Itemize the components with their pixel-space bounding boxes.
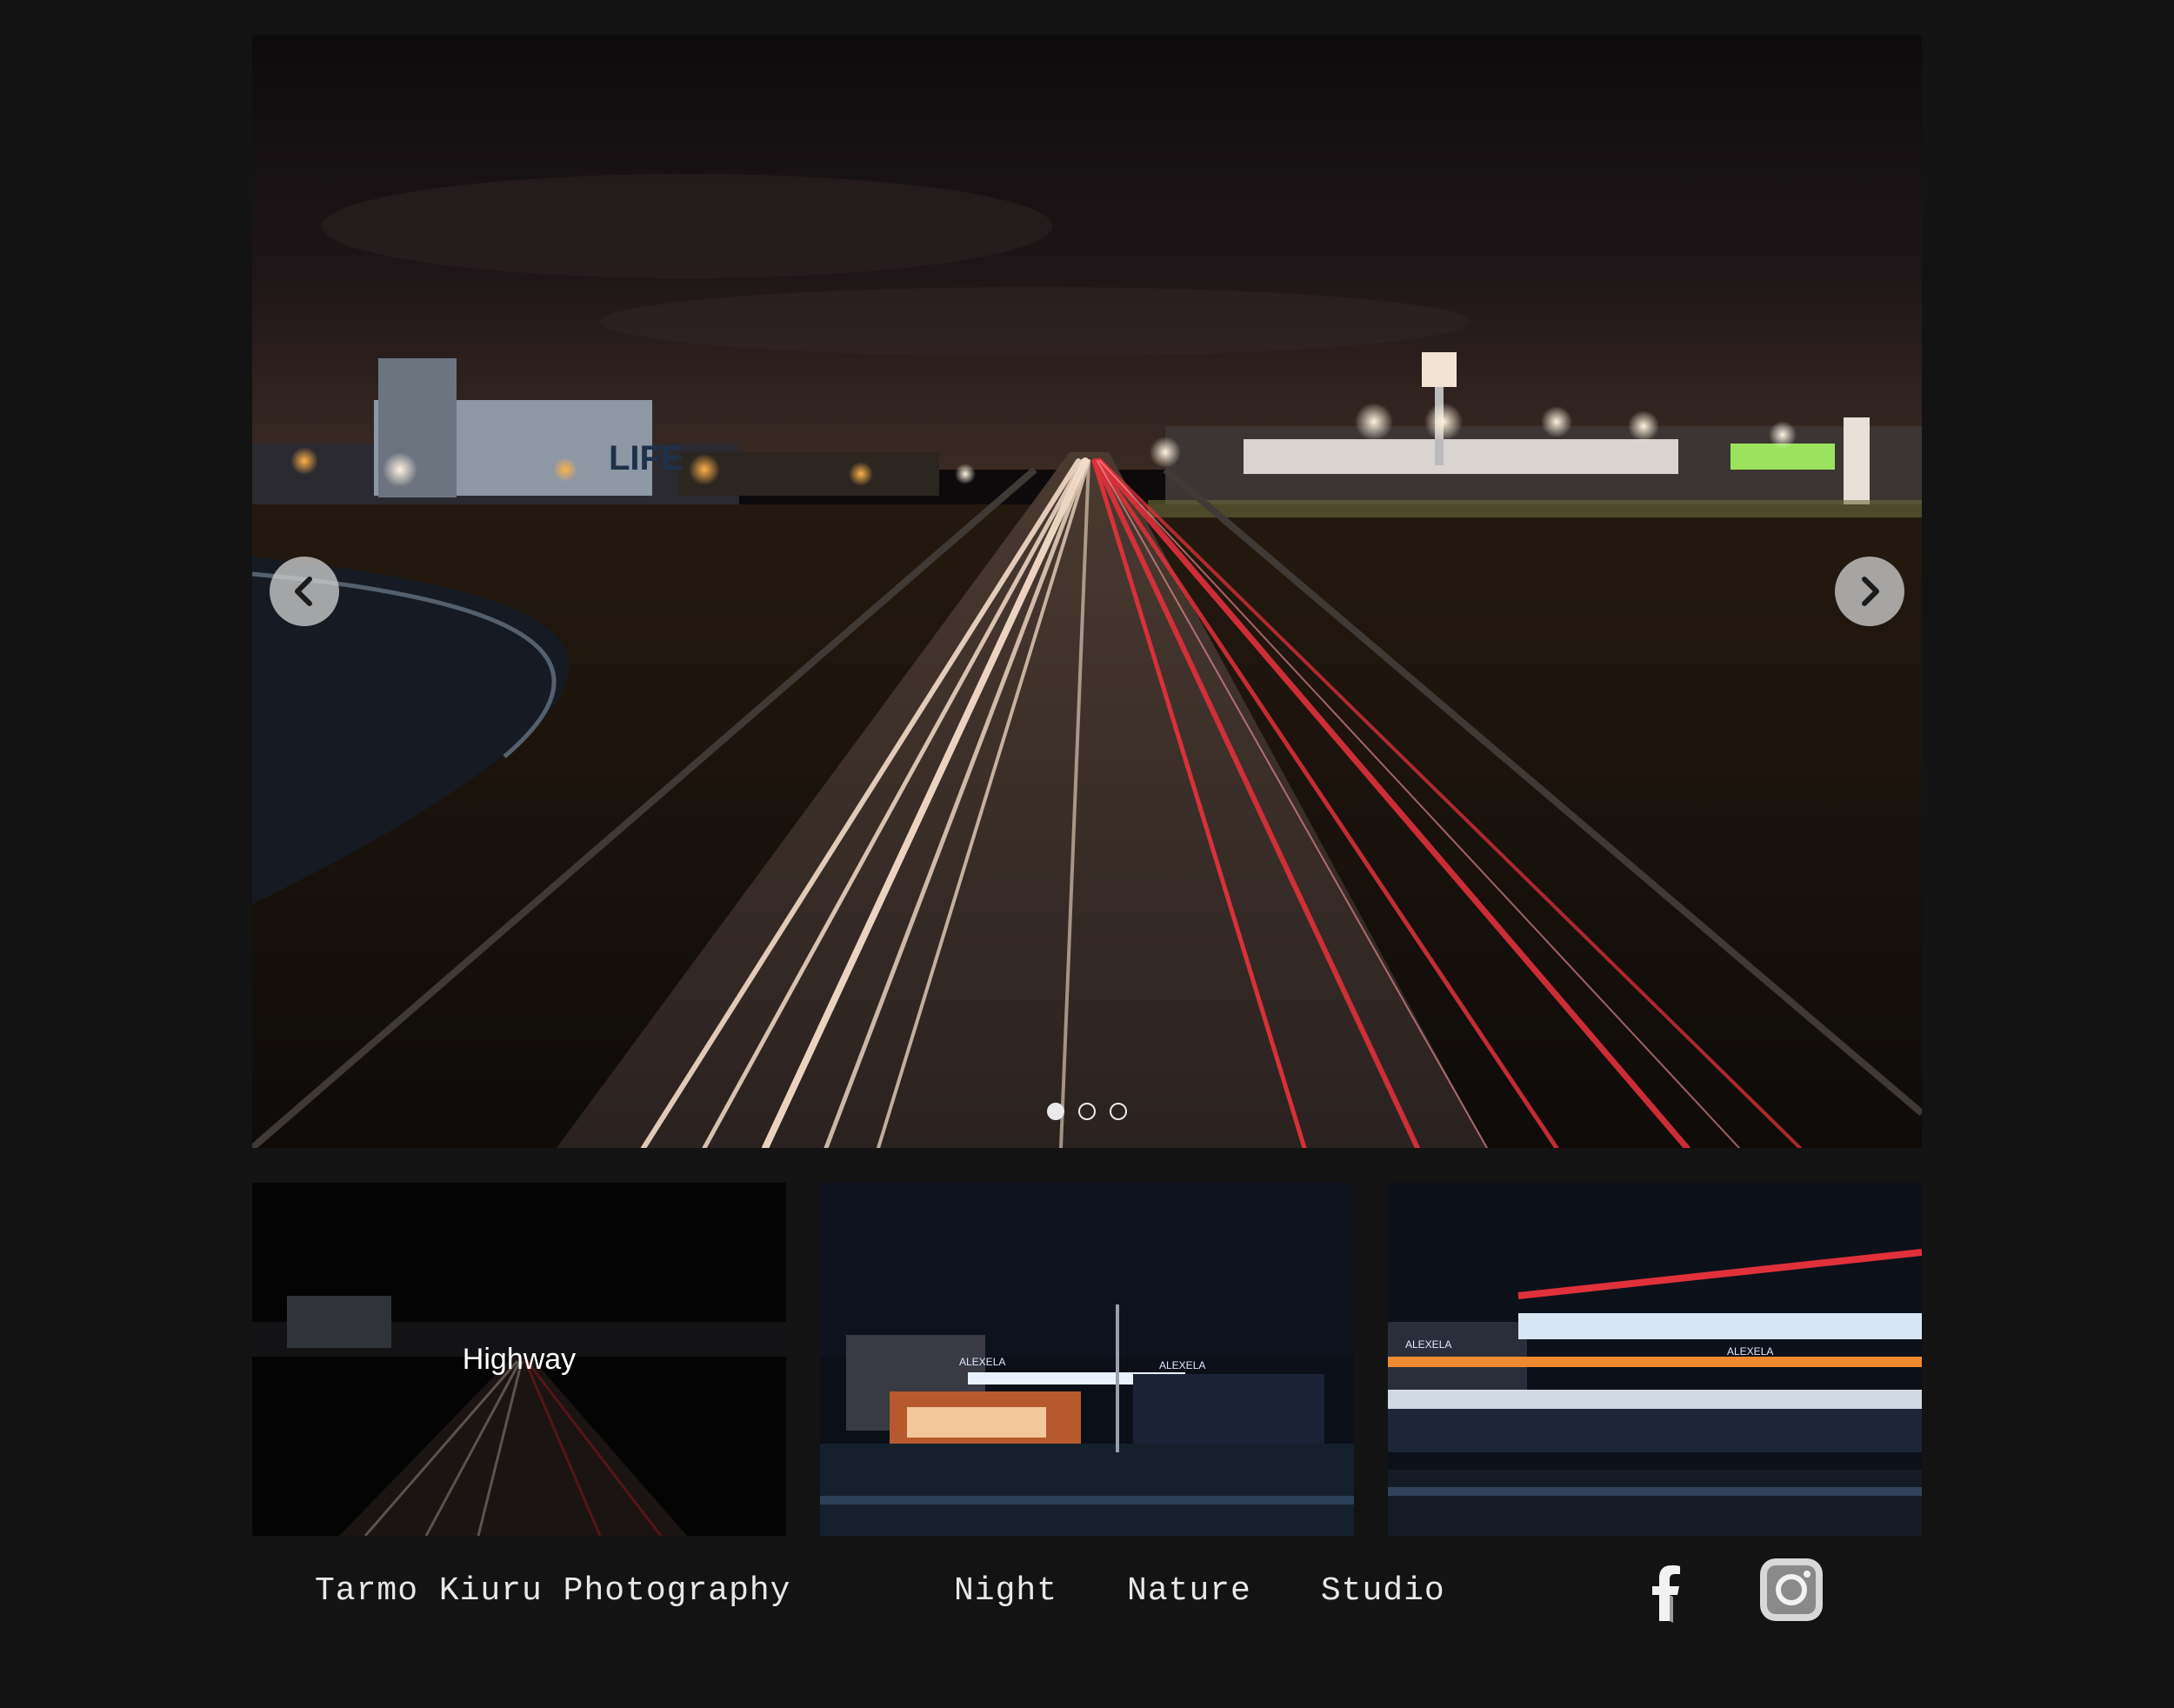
building-sign-text: LIFE	[609, 439, 684, 477]
slider-pagination	[252, 1103, 1922, 1120]
gas-station-sign-left: ALEXELA	[1405, 1338, 1451, 1351]
slider-dot-2[interactable]	[1078, 1103, 1096, 1120]
thumbnail-gas-station[interactable]: ALEXELA ALEXELA	[820, 1183, 1354, 1536]
nav-link-nature[interactable]: Nature	[1127, 1572, 1251, 1610]
gas-station-sign-left: ALEXELA	[959, 1356, 1005, 1368]
instagram-icon	[1760, 1558, 1823, 1621]
gas-station-sign-right: ALEXELA	[1159, 1359, 1205, 1371]
hero-photo-highway: LIFE	[252, 35, 1922, 1148]
slider-next-button[interactable]	[1835, 557, 1904, 626]
slider-dot-3[interactable]	[1110, 1103, 1127, 1120]
thumbnail-photo: ALEXELA ALEXELA	[820, 1183, 1354, 1536]
facebook-link[interactable]	[1630, 1553, 1703, 1626]
site-brand[interactable]: Tarmo Kiuru Photography	[315, 1572, 791, 1610]
thumbnail-gas-station-light-trails[interactable]: ALEXELA ALEXELA	[1388, 1183, 1922, 1536]
thumbnail-caption: Highway	[462, 1342, 577, 1376]
thumbnail-highway[interactable]: Highway	[252, 1183, 786, 1536]
gas-station-sign-right: ALEXELA	[1727, 1345, 1773, 1358]
thumbnail-photo: ALEXELA ALEXELA	[1388, 1183, 1922, 1536]
instagram-link[interactable]	[1755, 1553, 1828, 1626]
hero-slider: LIFE	[252, 35, 1922, 1148]
nav-link-studio[interactable]: Studio	[1321, 1572, 1445, 1610]
facebook-icon	[1652, 1565, 1680, 1623]
nav-link-night[interactable]: Night	[954, 1572, 1057, 1610]
chevron-right-icon	[1862, 577, 1879, 606]
chevron-left-icon	[295, 577, 312, 606]
slider-dot-1[interactable]	[1047, 1103, 1064, 1120]
thumbnail-hover-overlay: Highway	[252, 1183, 786, 1536]
slider-prev-button[interactable]	[270, 557, 339, 626]
footer-nav: Night Nature Studio	[954, 1572, 1445, 1610]
